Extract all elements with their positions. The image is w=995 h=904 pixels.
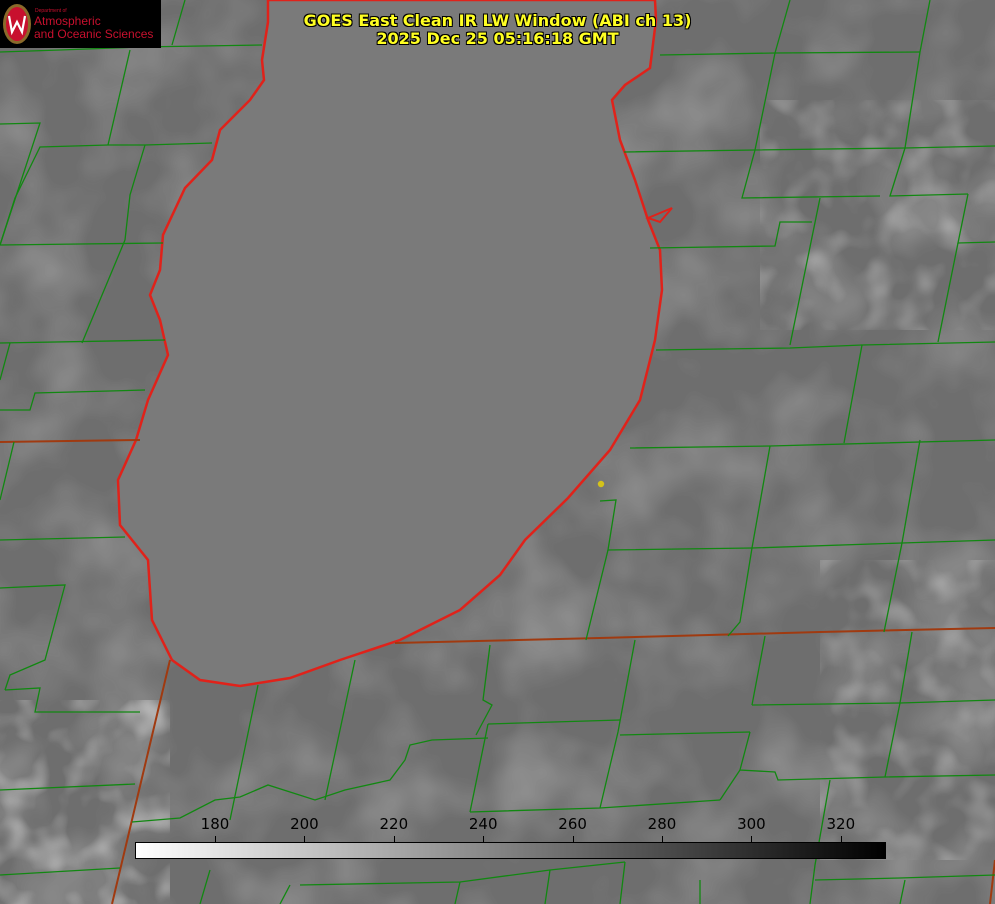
satellite-map bbox=[0, 0, 995, 904]
colorbar-tick-label: 300 bbox=[737, 815, 766, 833]
colorbar-tick-label: 180 bbox=[200, 815, 230, 833]
temperature-colorbar bbox=[135, 842, 886, 859]
image-timestamp: 2025 Dec 25 05:16:18 GMT bbox=[376, 29, 619, 48]
satellite-image-viewer: Department of Atmospheric and Oceanic Sc… bbox=[0, 0, 995, 904]
colorbar-tick-label: 220 bbox=[379, 815, 409, 833]
colorbar-tick-label: 200 bbox=[290, 815, 319, 833]
colorbar-tick-label: 280 bbox=[647, 815, 677, 833]
cloud-bright-east bbox=[760, 100, 995, 330]
colorbar-tick-label: 240 bbox=[468, 815, 498, 833]
colorbar-tick-label: 260 bbox=[558, 815, 587, 833]
location-marker bbox=[597, 480, 605, 488]
colorbar-tick-label: 320 bbox=[826, 815, 856, 833]
image-title: GOES East Clean IR LW Window (ABI ch 13) bbox=[303, 11, 692, 30]
